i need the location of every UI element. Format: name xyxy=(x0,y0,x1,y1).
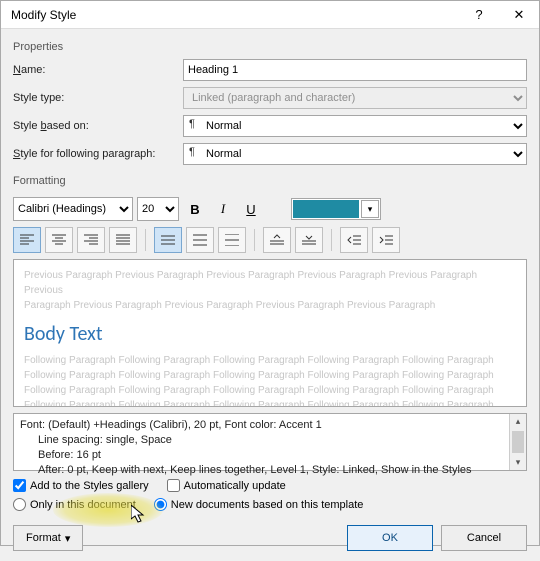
following-label: Style for following paragraph: xyxy=(13,148,183,160)
preview-following-text: Following Paragraph Following Paragraph … xyxy=(24,398,516,407)
preview-following-text: Following Paragraph Following Paragraph … xyxy=(24,353,516,368)
properties-heading: Properties xyxy=(13,41,527,53)
font-color-picker[interactable]: ▾ xyxy=(291,198,381,220)
footer: Format ▾ OK Cancel xyxy=(13,525,527,551)
space-before-inc-button[interactable] xyxy=(263,227,291,253)
auto-update-label: Automatically update xyxy=(184,480,286,492)
auto-update-input[interactable] xyxy=(167,479,180,492)
bold-button[interactable]: B xyxy=(183,197,207,221)
scroll-up-icon[interactable]: ▴ xyxy=(510,414,526,429)
chevron-down-icon[interactable]: ▾ xyxy=(361,200,379,218)
spacing-1-button[interactable] xyxy=(154,227,182,253)
preview-following-text: Following Paragraph Following Paragraph … xyxy=(24,368,516,383)
preview-body-text: Body Text xyxy=(24,319,516,349)
based-on-select[interactable]: Normal xyxy=(183,115,527,137)
font-size-select[interactable]: 20 xyxy=(137,197,179,221)
align-right-button[interactable] xyxy=(77,227,105,253)
separator xyxy=(254,229,255,251)
style-type-select: Linked (paragraph and character) xyxy=(183,87,527,109)
increase-indent-button[interactable] xyxy=(372,227,400,253)
close-button[interactable]: ✕ xyxy=(499,1,539,29)
ok-button[interactable]: OK xyxy=(347,525,433,551)
preview-prev-text: Paragraph Previous Paragraph Previous Pa… xyxy=(24,298,516,313)
add-gallery-label: Add to the Styles gallery xyxy=(30,480,149,492)
chevron-down-icon: ▾ xyxy=(65,532,71,545)
modify-style-dialog: Modify Style ? ✕ Properties Name: Style … xyxy=(0,0,540,546)
help-button[interactable]: ? xyxy=(459,1,499,29)
scroll-down-icon[interactable]: ▾ xyxy=(510,455,526,470)
font-name-select[interactable]: Calibri (Headings) xyxy=(13,197,133,221)
decrease-indent-button[interactable] xyxy=(340,227,368,253)
decorative-strip xyxy=(1,29,5,545)
following-select[interactable]: Normal xyxy=(183,143,527,165)
name-input[interactable] xyxy=(183,59,527,81)
scrollbar[interactable]: ▴ ▾ xyxy=(509,414,526,470)
spacing-2-button[interactable] xyxy=(218,227,246,253)
auto-update-checkbox[interactable]: Automatically update xyxy=(167,479,286,492)
preview-following-text: Following Paragraph Following Paragraph … xyxy=(24,383,516,398)
font-toolbar: Calibri (Headings) 20 B I U ▾ xyxy=(13,197,527,221)
separator xyxy=(145,229,146,251)
preview-pane: Previous Paragraph Previous Paragraph Pr… xyxy=(13,259,527,407)
name-label: Name: xyxy=(13,64,183,76)
add-gallery-input[interactable] xyxy=(13,479,26,492)
preview-prev-text: Previous Paragraph Previous Paragraph Pr… xyxy=(24,268,516,298)
align-center-button[interactable] xyxy=(45,227,73,253)
italic-button[interactable]: I xyxy=(211,197,235,221)
options-area: Add to the Styles gallery Automatically … xyxy=(13,479,527,517)
description-box: Font: (Default) +Headings (Calibri), 20 … xyxy=(13,413,527,471)
underline-button[interactable]: U xyxy=(239,197,263,221)
paragraph-toolbar xyxy=(13,227,527,253)
new-docs-label: New documents based on this template xyxy=(171,499,364,511)
based-on-label: Style based on: xyxy=(13,120,183,132)
add-gallery-checkbox[interactable]: Add to the Styles gallery xyxy=(13,479,149,492)
scroll-thumb[interactable] xyxy=(512,431,524,453)
desc-line: Font: (Default) +Headings (Calibri), 20 … xyxy=(20,418,503,433)
align-justify-button[interactable] xyxy=(109,227,137,253)
spacing-1.5-button[interactable] xyxy=(186,227,214,253)
only-this-doc-input[interactable] xyxy=(13,498,26,511)
color-swatch-bar xyxy=(293,200,359,218)
new-docs-radio[interactable]: New documents based on this template xyxy=(154,498,364,511)
dialog-title: Modify Style xyxy=(11,8,459,22)
format-button-label: Format xyxy=(26,532,61,544)
dialog-body: Properties Name: Style type: Linked (par… xyxy=(1,29,539,561)
space-before-dec-button[interactable] xyxy=(295,227,323,253)
only-this-doc-label: Only in this document xyxy=(30,499,136,511)
separator xyxy=(331,229,332,251)
only-this-doc-radio[interactable]: Only in this document xyxy=(13,498,136,511)
align-left-button[interactable] xyxy=(13,227,41,253)
formatting-heading: Formatting xyxy=(13,175,527,187)
style-type-label: Style type: xyxy=(13,92,183,104)
desc-line: Line spacing: single, Space xyxy=(20,433,503,448)
new-docs-input[interactable] xyxy=(154,498,167,511)
desc-line: Before: 16 pt xyxy=(20,448,503,463)
titlebar: Modify Style ? ✕ xyxy=(1,1,539,29)
desc-line: After: 0 pt, Keep with next, Keep lines … xyxy=(20,463,503,478)
format-button[interactable]: Format ▾ xyxy=(13,525,83,551)
cancel-button[interactable]: Cancel xyxy=(441,525,527,551)
